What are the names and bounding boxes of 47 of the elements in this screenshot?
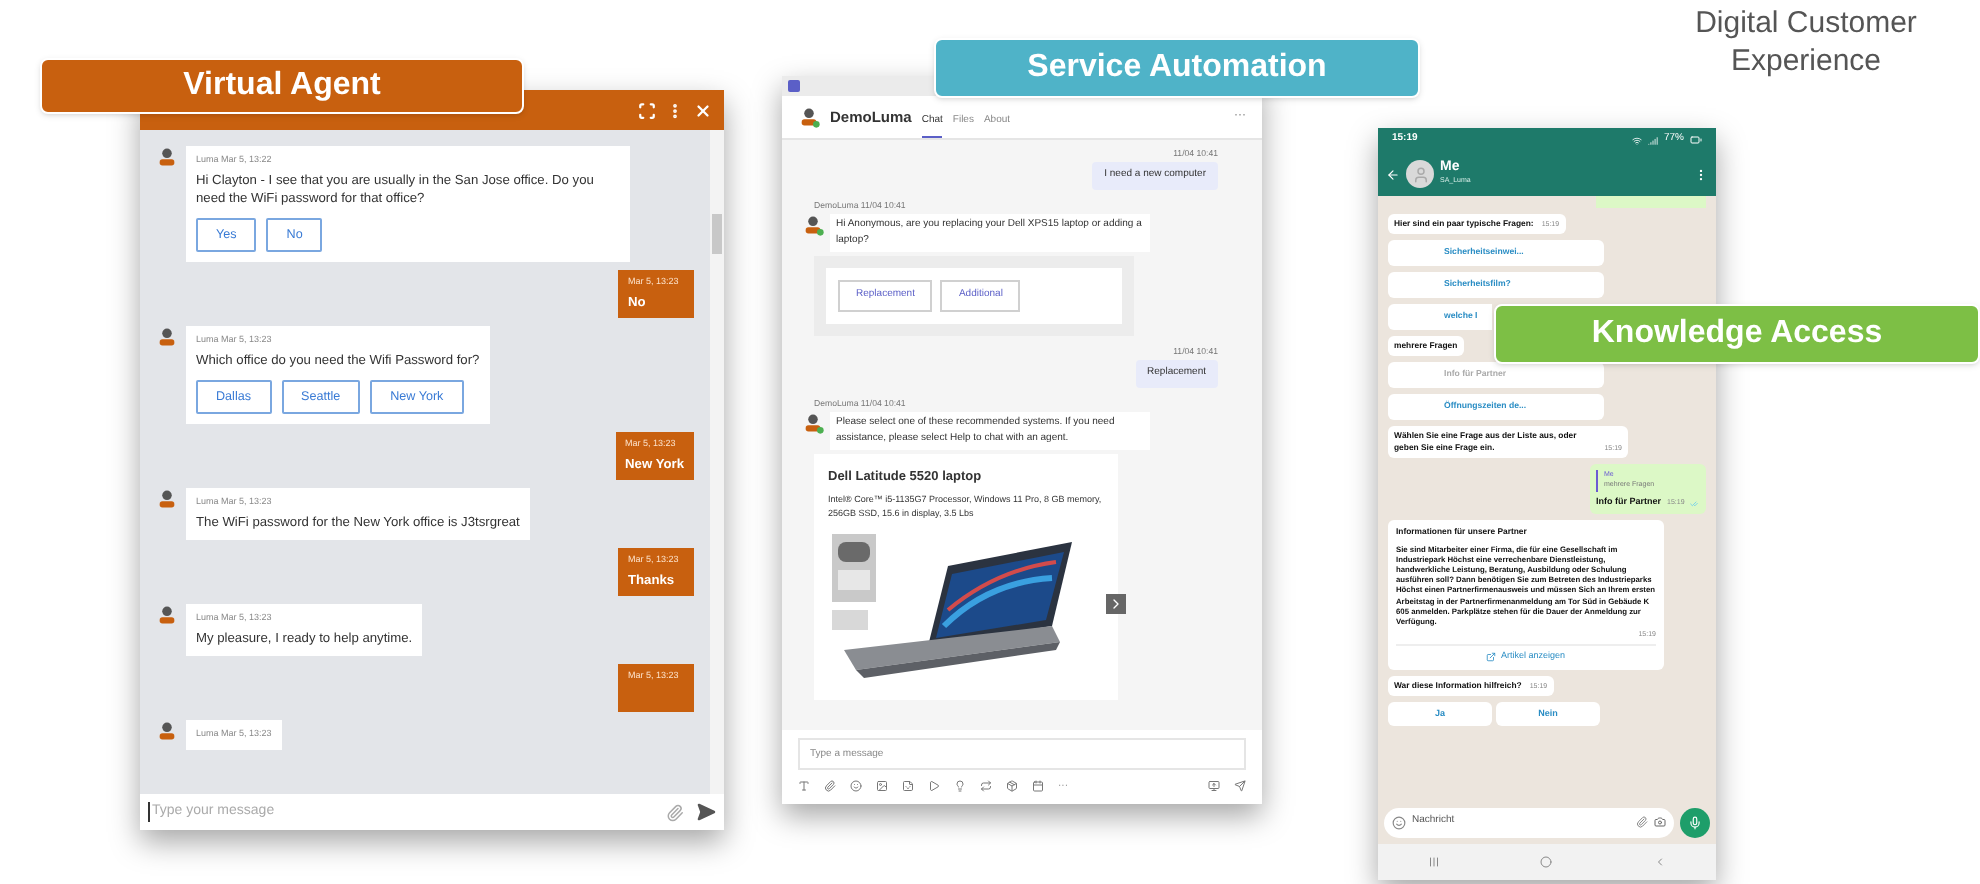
loop-icon[interactable] [980,780,992,793]
attach-icon[interactable] [824,780,836,793]
avatar-icon [802,214,824,237]
attach-icon[interactable] [1636,816,1648,828]
sticker-icon[interactable] [902,780,914,793]
scrollbar[interactable] [710,130,724,794]
avatar-icon [1406,160,1434,188]
avatar-icon [156,604,178,627]
user-message [1596,196,1706,208]
play-icon[interactable] [928,780,940,793]
format-icon[interactable] [798,780,810,793]
screen-share-icon[interactable] [1208,780,1220,793]
mic-icon [1688,815,1702,829]
wifi-icon [1631,135,1642,145]
back-icon[interactable] [1386,167,1400,181]
app-icon[interactable] [788,80,800,92]
attach-icon[interactable] [666,803,684,821]
recent-apps-icon[interactable] [1428,856,1441,868]
camera-icon[interactable] [1654,816,1666,828]
gif-icon[interactable] [876,780,888,793]
send-icon[interactable] [696,802,716,822]
send-icon[interactable] [1234,780,1246,793]
emoji-icon[interactable] [850,780,862,793]
avatar-icon [156,326,178,349]
next-icon[interactable] [1106,594,1126,615]
avatar-icon [802,412,824,435]
emoji-icon[interactable] [1392,815,1406,829]
calendar-icon[interactable] [1032,780,1044,793]
lightbulb-icon[interactable] [954,780,966,793]
avatar-icon [156,719,178,742]
section-label: Service Automation [934,38,1420,98]
external-link-icon [1486,652,1497,663]
home-icon[interactable] [1540,856,1553,868]
close-icon[interactable] [694,101,712,119]
avatar-icon [798,106,820,128]
menu-icon[interactable] [1694,167,1708,181]
section-label: Knowledge Access [1494,304,1980,364]
avatar-icon [156,488,178,511]
section-label: Virtual Agent [40,58,524,114]
page-heading: Digital Customer Experience [1693,4,1919,80]
fullscreen-icon[interactable] [638,101,656,119]
avatar-icon [156,146,178,168]
mic-button[interactable] [1680,807,1710,837]
battery-icon [1690,134,1702,146]
signal-icon [1647,135,1658,145]
package-icon[interactable] [1006,780,1018,793]
read-icon [1690,500,1699,509]
